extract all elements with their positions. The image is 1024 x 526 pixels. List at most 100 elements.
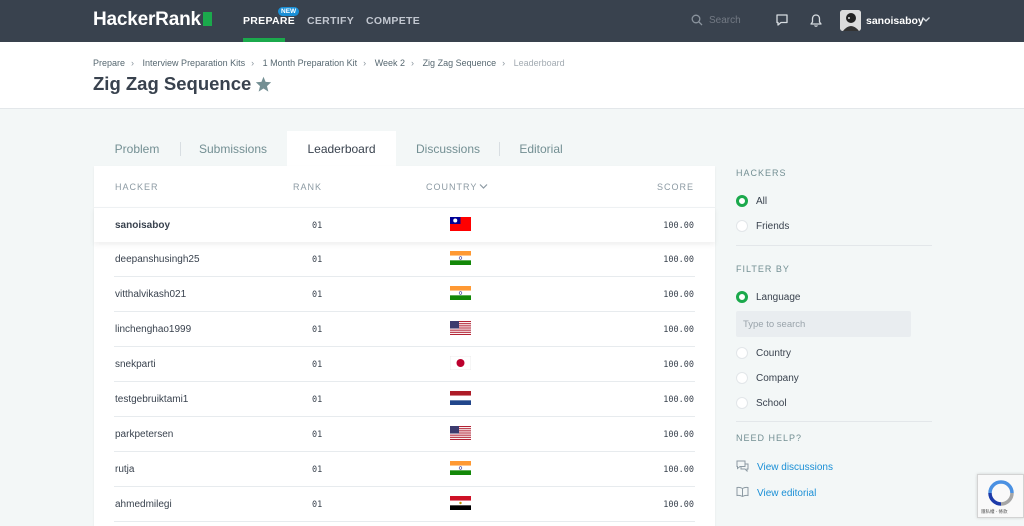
row-score: 100.00 [663, 255, 694, 265]
flag-india-icon [450, 286, 471, 300]
row-score: 100.00 [663, 360, 694, 370]
flag-japan-icon [450, 356, 471, 370]
row-hacker[interactable]: testgebruiktami1 [115, 394, 188, 405]
nav-certify[interactable]: CERTIFY [307, 15, 354, 27]
table-row: snekparti 01 100.00 [94, 347, 715, 382]
tab-problem[interactable]: Problem [94, 131, 180, 166]
nav-prepare[interactable]: PREPARE [243, 15, 295, 27]
filter-search-input[interactable] [736, 311, 911, 337]
breadcrumb-zig-zag[interactable]: Zig Zag Sequence [423, 58, 497, 68]
row-hacker[interactable]: sanoisaboy [115, 220, 170, 231]
table-row: linchenghao1999 01 100.00 [94, 312, 715, 347]
flag-india-icon [450, 251, 471, 265]
tab-leaderboard[interactable]: Leaderboard [287, 131, 396, 166]
row-rank: 01 [312, 360, 323, 370]
breadcrumb-1-month-kit[interactable]: 1 Month Preparation Kit [263, 58, 358, 68]
recaptcha-icon [988, 480, 1014, 506]
header-hacker[interactable]: HACKER [115, 182, 159, 192]
row-hacker[interactable]: vitthalvikash021 [115, 289, 186, 300]
breadcrumb-chevron-icon: › [131, 58, 135, 68]
bell-icon[interactable] [809, 13, 823, 28]
radio-school[interactable] [736, 397, 748, 409]
row-score: 100.00 [663, 430, 694, 440]
radio-company[interactable] [736, 372, 748, 384]
row-hacker[interactable]: linchenghao1999 [115, 324, 191, 335]
avatar[interactable] [840, 10, 861, 31]
header-rank[interactable]: RANK [293, 182, 322, 192]
tab-editorial[interactable]: Editorial [504, 131, 578, 166]
star-icon[interactable] [255, 76, 272, 92]
row-hacker[interactable]: parkpetersen [115, 429, 173, 440]
search-icon[interactable] [691, 14, 703, 26]
flag-netherlands-icon [450, 391, 471, 405]
flag-taiwan-icon [450, 217, 471, 231]
radio-country[interactable] [736, 347, 748, 359]
flag-india-icon [450, 461, 471, 475]
book-icon [736, 486, 749, 497]
row-hacker[interactable]: ahmedmilegi [115, 499, 172, 510]
row-score: 100.00 [663, 325, 694, 335]
header-country[interactable]: COUNTRY [426, 182, 488, 192]
help-heading: NEED HELP? [736, 433, 803, 443]
recaptcha-terms[interactable]: 隱私權 - 條款 [981, 509, 1008, 515]
breadcrumb-prepare[interactable]: Prepare [93, 58, 125, 68]
breadcrumb-leaderboard: Leaderboard [513, 58, 565, 68]
row-score: 100.00 [663, 221, 694, 231]
table-row: testgebruiktami1 01 100.00 [94, 382, 715, 417]
hackers-heading: HACKERS [736, 168, 787, 178]
hackerrank-logo[interactable]: HackerRank [93, 9, 212, 31]
breadcrumb-chevron-icon: › [363, 58, 367, 68]
chat-icon[interactable] [775, 13, 789, 27]
flag-usa-icon [450, 321, 471, 335]
recaptcha-badge[interactable]: 隱私權 - 條款 [977, 474, 1024, 518]
radio-country-label[interactable]: Country [756, 348, 791, 359]
radio-all-label[interactable]: All [756, 196, 767, 207]
table-row: ahmedmilegi 01 100.00 [94, 487, 715, 522]
row-rank: 01 [312, 255, 323, 265]
filter-heading: FILTER BY [736, 264, 790, 274]
radio-school-label[interactable]: School [756, 398, 787, 409]
view-editorial-link[interactable]: View editorial [757, 488, 816, 499]
leaderboard-table: HACKER RANK COUNTRY SCORE sanoisaboy 01 … [94, 166, 715, 526]
row-hacker[interactable]: deepanshusingh25 [115, 254, 200, 265]
chevron-down-icon [479, 184, 488, 189]
tab-divider [499, 142, 500, 156]
row-hacker[interactable]: rutja [115, 464, 134, 475]
row-score: 100.00 [663, 290, 694, 300]
row-rank: 01 [312, 290, 323, 300]
breadcrumb-chevron-icon: › [251, 58, 255, 68]
radio-all[interactable] [736, 195, 748, 207]
header-score[interactable]: SCORE [657, 182, 694, 192]
breadcrumb-interview-kits[interactable]: Interview Preparation Kits [143, 58, 246, 68]
logo-green-box [202, 12, 212, 26]
chevron-down-icon[interactable] [921, 14, 931, 24]
radio-language[interactable] [736, 291, 748, 303]
row-hacker[interactable]: snekparti [115, 359, 156, 370]
tab-divider [180, 142, 181, 156]
breadcrumb-chevron-icon: › [411, 58, 415, 68]
row-rank: 01 [312, 430, 323, 440]
flag-egypt-icon [450, 496, 471, 510]
table-row-own: sanoisaboy 01 100.00 [94, 207, 715, 242]
radio-friends-label[interactable]: Friends [756, 221, 789, 232]
search-input[interactable]: Search [709, 15, 741, 26]
row-rank: 01 [312, 221, 323, 231]
page-title: Zig Zag Sequence [93, 73, 252, 94]
radio-language-label[interactable]: Language [756, 292, 801, 303]
radio-company-label[interactable]: Company [756, 373, 799, 384]
row-score: 100.00 [663, 500, 694, 510]
breadcrumb-week-2[interactable]: Week 2 [375, 58, 405, 68]
username[interactable]: sanoisaboy [866, 15, 924, 27]
row-rank: 01 [312, 465, 323, 475]
nav-compete[interactable]: COMPETE [366, 15, 420, 27]
row-score: 100.00 [663, 465, 694, 475]
view-discussions-link[interactable]: View discussions [757, 462, 833, 473]
radio-friends[interactable] [736, 220, 748, 232]
tab-discussions[interactable]: Discussions [404, 131, 492, 166]
tab-submissions[interactable]: Submissions [186, 131, 280, 166]
table-row: parkpetersen 01 100.00 [94, 417, 715, 452]
sidebar-divider [736, 421, 932, 422]
top-navbar: HackerRank PREPARE NEW CERTIFY COMPETE S… [0, 0, 1024, 42]
row-score: 100.00 [663, 395, 694, 405]
row-rank: 01 [312, 395, 323, 405]
